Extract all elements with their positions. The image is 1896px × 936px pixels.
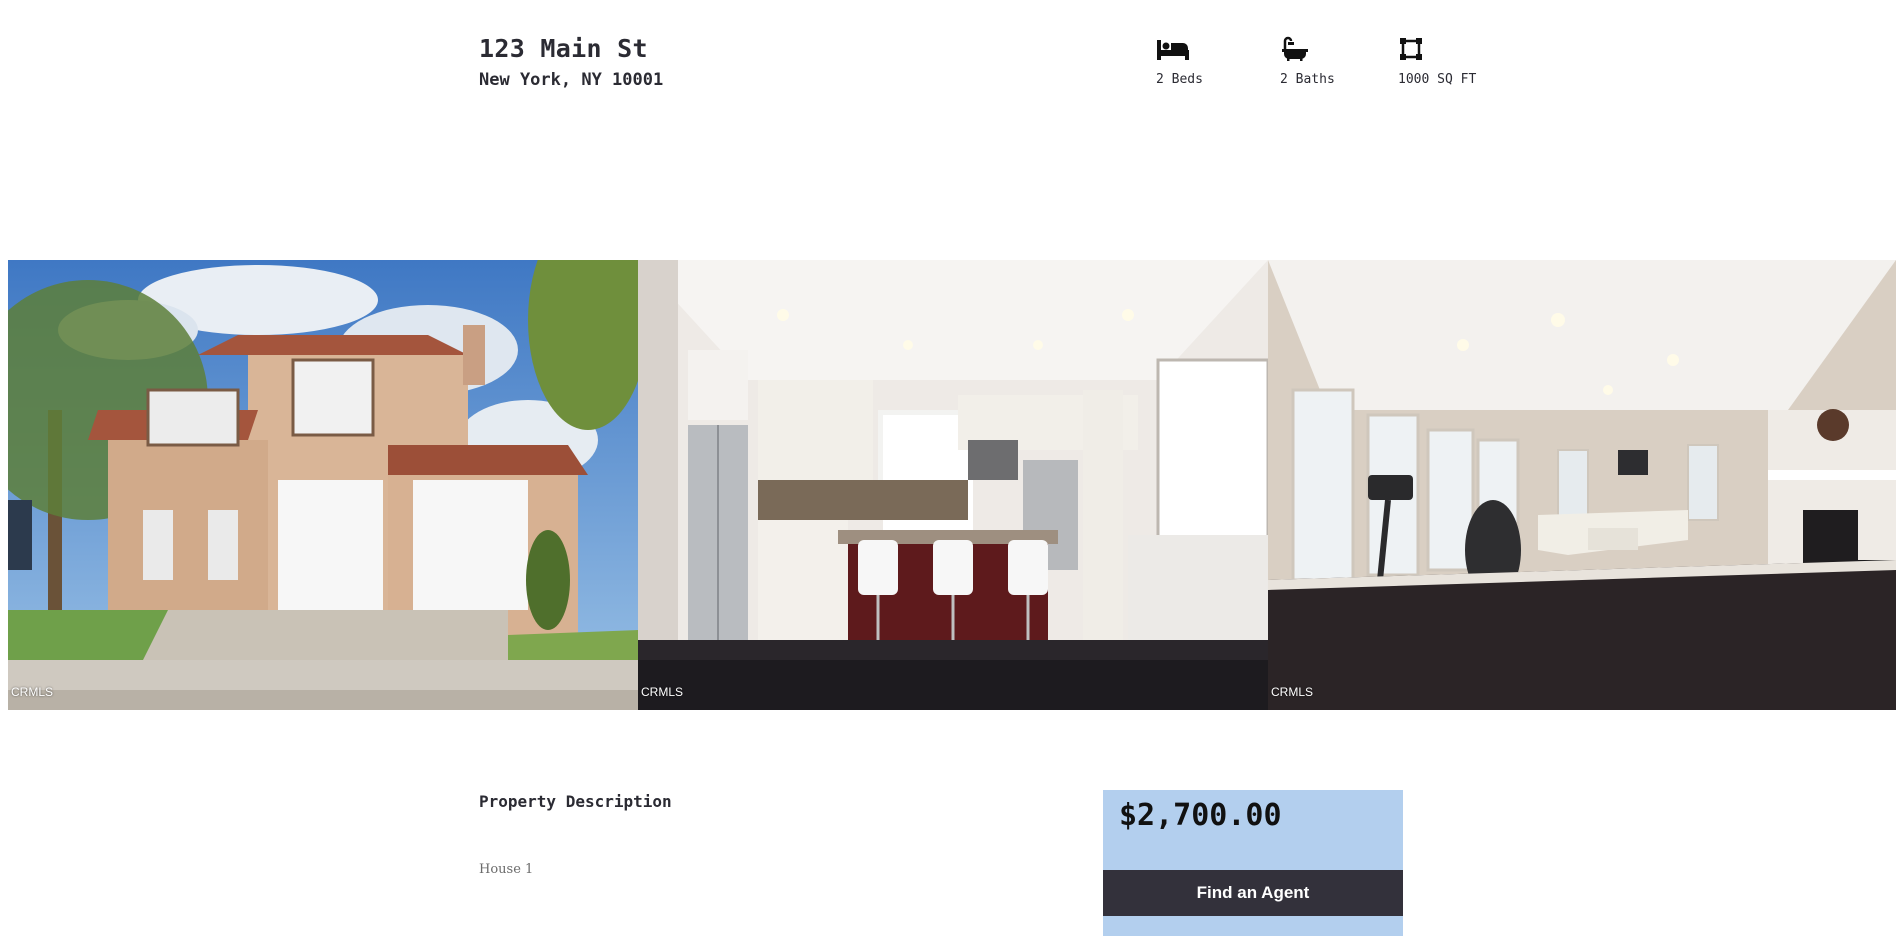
photo-exterior[interactable]: CRMLS [8, 260, 638, 710]
photo-watermark: CRMLS [641, 685, 684, 699]
photo-gallery: CRMLS CRMLS CRMLS [8, 260, 1896, 710]
find-agent-button[interactable]: Find an Agent [1103, 870, 1403, 916]
feature-beds-label: 2 Beds [1156, 72, 1203, 87]
photo-kitchen[interactable]: CRMLS [638, 260, 1268, 710]
street-address: 123 Main St [479, 34, 648, 63]
listing-price: $2,700.00 [1119, 798, 1282, 833]
feature-area: 1000 SQ FT [1398, 36, 1476, 87]
area-icon [1398, 36, 1432, 62]
bath-icon [1280, 36, 1314, 62]
bed-icon [1156, 36, 1190, 62]
property-description-heading: Property Description [479, 792, 672, 811]
price-card: $2,700.00 Find an Agent [1103, 790, 1403, 936]
feature-area-label: 1000 SQ FT [1398, 72, 1477, 87]
photo-watermark: CRMLS [11, 685, 54, 699]
photo-living-room[interactable]: CRMLS [1268, 260, 1896, 710]
listing-header: 123 Main St New York, NY 10001 2 Beds 2 … [0, 0, 1896, 120]
city-state-zip: New York, NY 10001 [479, 70, 664, 90]
photo-watermark: CRMLS [1271, 685, 1314, 699]
feature-beds: 2 Beds [1156, 36, 1203, 87]
property-description-text: House 1 [479, 862, 534, 877]
feature-baths: 2 Baths [1280, 36, 1335, 87]
feature-baths-label: 2 Baths [1280, 72, 1335, 87]
address-block: 123 Main St New York, NY 10001 [479, 34, 663, 90]
